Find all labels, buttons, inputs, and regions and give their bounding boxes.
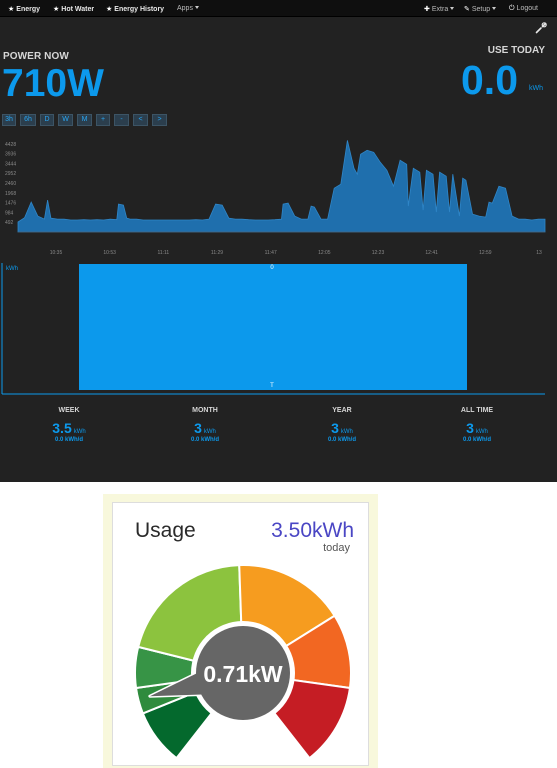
usage-gauge: 0.71kW <box>134 564 352 760</box>
top-navbar: ★ Energy ★ Hot Water ★ Energy History Apps … <box>0 0 557 17</box>
star-icon: ★ <box>106 6 113 13</box>
x-tick-label: 11:29 <box>211 250 223 256</box>
x-tick-label: 10:53 <box>103 250 116 256</box>
y-tick-label: 2952 <box>5 171 16 177</box>
y-tick-label: 984 <box>5 210 14 216</box>
power-history-chart[interactable]: 4428 3936 3444 2952 2460 1968 1476 984 492 10:35 1… <box>0 132 557 260</box>
y-tick-label: 3444 <box>5 161 16 167</box>
stat-daily: 0.0 kWh/d <box>327 437 356 443</box>
power-now-label: POWER NOW <box>3 51 69 62</box>
star-icon: ★ <box>53 6 60 13</box>
stat-label: ALL TIME <box>460 407 494 414</box>
y-tick-label: 492 <box>5 220 14 226</box>
zoom-in-button[interactable]: + <box>96 114 110 126</box>
energy-dashboard: ★ Energy ★ Hot Water ★ Energy History Apps … <box>0 0 557 482</box>
y-tick-label: 1476 <box>5 201 16 207</box>
nav-extra-dropdown[interactable]: ✚ Extra <box>424 5 455 13</box>
power-now-value: 710W <box>2 62 104 105</box>
x-tick-label: 12:59 <box>479 250 492 256</box>
stat-year: YEAR 3 kWh 0.0 kWh/d <box>287 407 397 443</box>
wrench-icon[interactable] <box>535 22 547 34</box>
x-tick-label: 13 <box>536 250 542 256</box>
nav-hot-water[interactable]: ★ Hot Water <box>53 5 94 13</box>
wrench-icon: ✎ <box>464 6 470 13</box>
pan-right-button[interactable]: > <box>152 114 167 126</box>
y-tick-label: 2460 <box>5 181 16 187</box>
kwh-axis-label: kWh <box>6 266 18 272</box>
x-tick-label: 12:41 <box>425 250 438 256</box>
usage-title: Usage <box>135 519 196 542</box>
gauge-power-value: 0.71kW <box>203 661 283 687</box>
stat-week: WEEK 3.5 kWh 0.0 kWh/d <box>14 407 124 443</box>
stat-daily: 0.0 kWh/d <box>462 437 491 443</box>
nav-setup-dropdown[interactable]: ✎ Setup <box>464 5 497 13</box>
stat-value: 3.5 kWh <box>52 420 86 436</box>
stat-all-time: ALL TIME 3 kWh 0.0 kWh/d <box>422 407 532 443</box>
caret-down-icon <box>194 6 199 9</box>
pan-left-button[interactable]: < <box>133 114 148 126</box>
stat-value: 3 kWh <box>466 420 488 436</box>
usage-widget: Usage 3.50kWh today 0.71kW <box>112 502 369 766</box>
nav-energy-history[interactable]: ★ Energy History <box>106 5 164 13</box>
stat-label: MONTH <box>192 407 218 414</box>
range-week-button[interactable]: W <box>58 114 73 126</box>
power-series-area <box>17 140 546 233</box>
caret-down-icon <box>492 7 497 10</box>
star-icon: ★ <box>8 6 15 13</box>
range-3h-button[interactable]: 3h <box>2 114 16 126</box>
stat-label: YEAR <box>332 407 352 414</box>
nav-logout[interactable]: ⏻ Logout <box>509 5 538 13</box>
nav-apps-dropdown[interactable]: Apps <box>177 5 199 12</box>
y-tick-label: 1968 <box>5 191 16 197</box>
range-month-button[interactable]: M <box>77 114 92 126</box>
caret-down-icon <box>450 7 455 10</box>
x-tick-label: 12:05 <box>318 250 331 256</box>
x-tick-label: 10:35 <box>50 250 63 256</box>
x-tick-label: 12:23 <box>372 250 385 256</box>
y-tick-label: 3936 <box>5 152 16 158</box>
plus-icon: ✚ <box>424 6 430 13</box>
x-tick-label: 11:11 <box>157 250 169 256</box>
use-today-label: USE TODAY <box>487 45 545 56</box>
stat-daily: 0.0 kWh/d <box>54 437 83 443</box>
kwh-bar-bottom-label: T <box>270 383 274 389</box>
x-tick-label: 11:47 <box>265 250 277 256</box>
range-day-button[interactable]: D <box>40 114 54 126</box>
nav-energy[interactable]: ★ Energy <box>8 5 40 13</box>
usage-today-value: 3.50kWh <box>271 519 354 542</box>
stat-value: 3 kWh <box>331 420 353 436</box>
kwh-bar[interactable] <box>79 264 467 390</box>
power-off-icon: ⏻ <box>509 5 515 12</box>
stat-daily: 0.0 kWh/d <box>190 437 219 443</box>
use-today-unit: kWh <box>529 85 543 92</box>
use-today-value: 0.0 <box>461 57 518 103</box>
stat-value: 3 kWh <box>194 420 216 436</box>
stat-label: WEEK <box>58 407 80 414</box>
range-6h-button[interactable]: 6h <box>20 114 36 126</box>
zoom-out-button[interactable]: - <box>114 114 129 126</box>
y-tick-label: 4428 <box>5 142 16 148</box>
stat-month: MONTH 3 kWh 0.0 kWh/d <box>150 407 260 443</box>
kwh-bar-chart[interactable]: kWh 0 T <box>0 260 557 396</box>
